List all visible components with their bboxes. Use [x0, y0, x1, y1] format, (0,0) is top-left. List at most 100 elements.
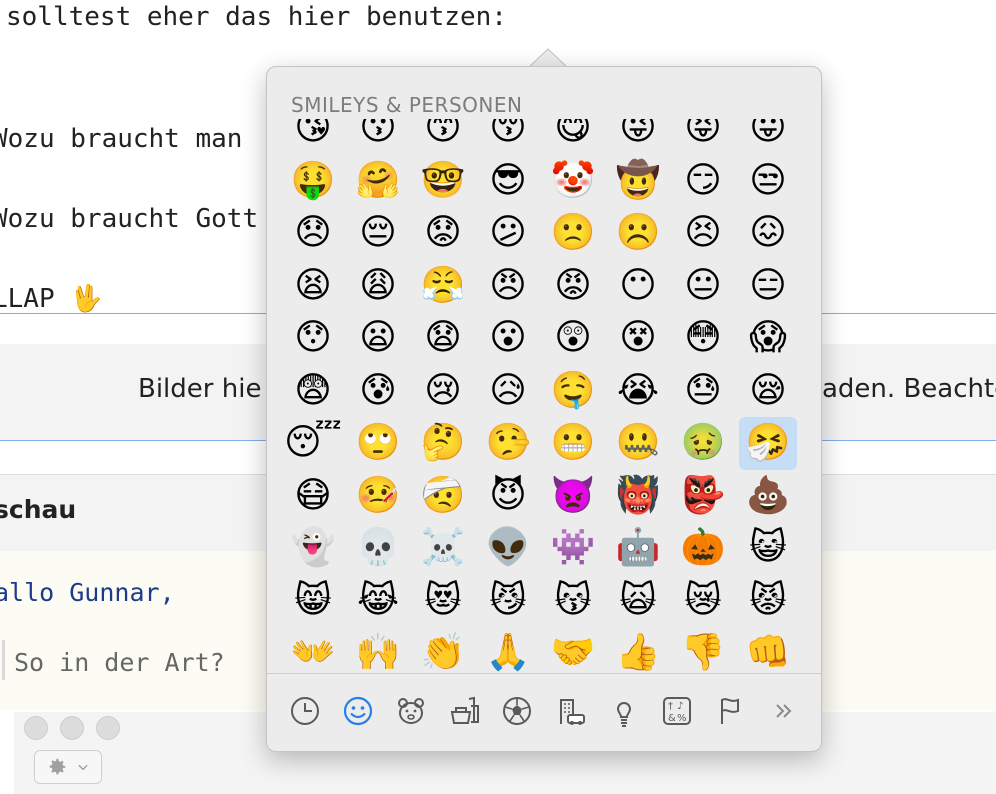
category-button[interactable] [765, 693, 801, 729]
emoji-cell[interactable]: 😑 [739, 260, 797, 313]
emoji-cell[interactable]: 👽 [479, 522, 537, 575]
emoji-cell[interactable]: 😩 [349, 260, 407, 313]
emoji-cell[interactable]: 😷 [284, 470, 342, 523]
emoji-cell[interactable]: 🤔 [414, 417, 472, 470]
emoji-cell[interactable]: 😠 [479, 260, 537, 313]
emoji-cell[interactable]: ☠️ [414, 522, 472, 575]
minimize-window-button[interactable] [60, 716, 84, 740]
emoji-cell[interactable]: 👾 [544, 522, 602, 575]
editor-line-1[interactable]: solltest eher das hier benutzen: [6, 2, 507, 32]
emoji-cell[interactable]: 😲 [544, 312, 602, 365]
emoji-cell[interactable]: 😰 [349, 365, 407, 418]
emoji-cell[interactable]: 😸 [284, 575, 342, 628]
category-button[interactable] [393, 693, 429, 729]
emoji-cell[interactable]: 🤤 [544, 365, 602, 418]
emoji-cell[interactable]: 😤 [414, 260, 472, 313]
emoji-cell[interactable]: 👍 [609, 627, 667, 673]
emoji-cell[interactable]: 🤡 [544, 155, 602, 208]
emoji-cell[interactable]: 🤠 [609, 155, 667, 208]
emoji-cell[interactable]: 😦 [349, 312, 407, 365]
emoji-cell[interactable]: 😗 [349, 119, 407, 155]
editor-line-2[interactable]: Wozu braucht man [0, 124, 242, 154]
emoji-cell[interactable]: 😔 [349, 207, 407, 260]
emoji-cell[interactable]: 😏 [674, 155, 732, 208]
emoji-cell[interactable]: 😪 [739, 365, 797, 418]
emoji-cell[interactable]: 😼 [479, 575, 537, 628]
emoji-cell[interactable]: 😴 [284, 417, 342, 470]
editor-line-4[interactable]: LLAP 🖖 [0, 284, 103, 314]
emoji-cell[interactable]: 😹 [349, 575, 407, 628]
emoji-cell[interactable]: 👻 [284, 522, 342, 575]
emoji-cell[interactable]: 🙌 [349, 627, 407, 673]
emoji-cell[interactable]: 😕 [479, 207, 537, 260]
category-button[interactable] [446, 693, 482, 729]
emoji-cell[interactable]: 🤧 [739, 417, 797, 470]
emoji-cell[interactable]: 😨 [284, 365, 342, 418]
emoji-cell[interactable]: 😈 [479, 470, 537, 523]
emoji-cell[interactable]: 👏 [414, 627, 472, 673]
emoji-cell[interactable]: 🤗 [349, 155, 407, 208]
emoji-cell[interactable]: 😢 [414, 365, 472, 418]
emoji-cell[interactable]: 😟 [414, 207, 472, 260]
emoji-cell[interactable]: 😥 [479, 365, 537, 418]
emoji-cell[interactable]: 😙 [414, 119, 472, 155]
emoji-cell[interactable]: 😾 [739, 575, 797, 628]
close-window-button[interactable] [24, 716, 48, 740]
category-button[interactable]: † ♪ &% [659, 693, 695, 729]
emoji-cell[interactable]: 🤐 [609, 417, 667, 470]
emoji-cell[interactable]: 😎 [479, 155, 537, 208]
zoom-window-button[interactable] [96, 716, 120, 740]
emoji-cell[interactable]: 😯 [284, 312, 342, 365]
emoji-cell[interactable]: 👺 [674, 470, 732, 523]
emoji-cell[interactable]: 🎃 [674, 522, 732, 575]
emoji-cell[interactable]: 👹 [609, 470, 667, 523]
emoji-cell[interactable]: 😱 [739, 312, 797, 365]
emoji-cell[interactable]: 🙀 [609, 575, 667, 628]
emoji-cell[interactable]: 😫 [284, 260, 342, 313]
emoji-cell[interactable]: 😬 [544, 417, 602, 470]
emoji-cell[interactable]: 😶 [609, 260, 667, 313]
category-button[interactable] [340, 693, 376, 729]
emoji-cell[interactable]: 🤥 [479, 417, 537, 470]
emoji-cell[interactable]: 💩 [739, 470, 797, 523]
emoji-cell[interactable]: 😐 [674, 260, 732, 313]
emoji-cell[interactable]: 🤓 [414, 155, 472, 208]
category-button[interactable] [553, 693, 589, 729]
emoji-cell[interactable]: 😻 [414, 575, 472, 628]
emoji-cell[interactable]: 😿 [674, 575, 732, 628]
emoji-cell[interactable]: 😝 [674, 119, 732, 155]
category-button[interactable] [287, 693, 323, 729]
emoji-cell[interactable]: 🤢 [674, 417, 732, 470]
emoji-cell[interactable]: 😚 [479, 119, 537, 155]
emoji-cell[interactable]: 👎 [674, 627, 732, 673]
emoji-cell[interactable]: 🙄 [349, 417, 407, 470]
emoji-cell[interactable]: 👐 [284, 627, 342, 673]
category-button[interactable] [499, 693, 535, 729]
editor-line-3[interactable]: Wozu braucht Gott [0, 204, 258, 234]
emoji-cell[interactable]: 😽 [544, 575, 602, 628]
emoji-cell[interactable]: 😣 [674, 207, 732, 260]
emoji-cell[interactable]: 😵 [609, 312, 667, 365]
emoji-cell[interactable]: 😞 [284, 207, 342, 260]
emoji-cell[interactable]: 😒 [739, 155, 797, 208]
emoji-cell[interactable]: 😋 [544, 119, 602, 155]
emoji-cell[interactable]: 🤑 [284, 155, 342, 208]
emoji-cell[interactable]: 😺 [739, 522, 797, 575]
emoji-cell[interactable]: 😳 [674, 312, 732, 365]
emoji-cell[interactable]: 🤝 [544, 627, 602, 673]
emoji-cell[interactable]: 🙏 [479, 627, 537, 673]
emoji-cell[interactable]: 👿 [544, 470, 602, 523]
emoji-cell[interactable]: 😘 [284, 119, 342, 155]
emoji-cell[interactable]: 🤖 [609, 522, 667, 575]
emoji-cell[interactable]: 😛 [739, 119, 797, 155]
category-button[interactable] [712, 693, 748, 729]
emoji-cell[interactable]: 🤕 [414, 470, 472, 523]
settings-menu-button[interactable] [34, 750, 102, 784]
emoji-cell[interactable]: 😭 [609, 365, 667, 418]
emoji-cell[interactable]: 🤒 [349, 470, 407, 523]
emoji-cell[interactable]: 😧 [414, 312, 472, 365]
emoji-cell[interactable]: 😮 [479, 312, 537, 365]
emoji-cell[interactable]: 💀 [349, 522, 407, 575]
emoji-cell[interactable]: 🙁 [544, 207, 602, 260]
emoji-cell[interactable]: 😜 [609, 119, 667, 155]
